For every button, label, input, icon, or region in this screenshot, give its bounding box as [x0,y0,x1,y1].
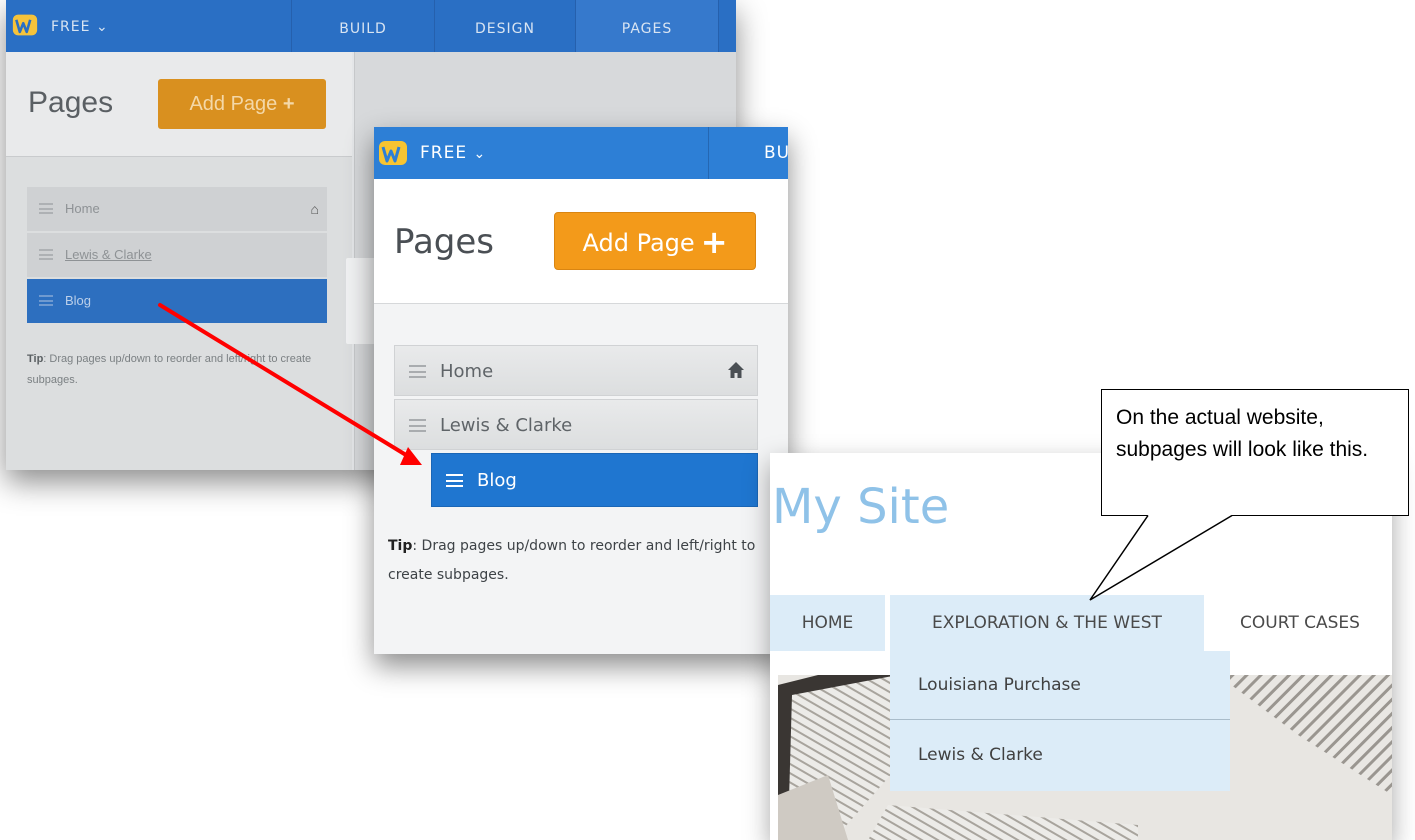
nav-item-exploration[interactable]: EXPLORATION & THE WEST [890,595,1204,651]
page-item-home[interactable]: Home [394,345,758,396]
tab-pages[interactable]: PAGES [576,0,718,52]
page-title: Pages [394,222,495,262]
add-page-button[interactable]: Add Page + [158,79,326,129]
editor-topbar: FREE ⌄ BU [374,127,788,179]
menu-handle-icon[interactable] [446,474,463,487]
tip-label: Tip [388,538,413,554]
add-page-label: Add Page [189,93,278,115]
pages-panel-header: Pages Add Page + [6,52,352,157]
divider [708,127,709,179]
add-page-label: Add Page [582,229,695,257]
menu-handle-icon[interactable] [409,419,426,432]
tip-text: Tip: Drag pages up/down to reorder and l… [388,532,768,590]
tab-design[interactable]: DESIGN [435,0,575,52]
tip-label: Tip [27,353,44,365]
pages-panel: Pages Add Page + Home ⌂ Lewis & Clarke B… [6,52,352,470]
page-list: Home ⌂ Lewis & Clarke Blog [27,187,327,325]
plus-icon: + [700,223,728,261]
nav-item-home[interactable]: HOME [770,595,885,651]
menu-handle-icon[interactable] [39,295,53,306]
page-item-home[interactable]: Home ⌂ [27,187,327,231]
page-item-label: Lewis & Clarke [440,415,573,436]
menu-handle-icon[interactable] [39,203,53,214]
page-item-label: Home [65,201,100,216]
menu-handle-icon[interactable] [409,365,426,378]
plan-dropdown[interactable]: FREE ⌄ [420,143,486,163]
page-item-blog[interactable]: Blog [27,279,327,323]
page-item-lewis-clarke[interactable]: Lewis & Clarke [27,233,327,277]
page-item-label: Lewis & Clarke [65,247,152,262]
tip-body: : Drag pages up/down to reorder and left… [27,353,312,386]
pages-panel-header: Pages Add Page + [374,179,788,304]
page-item-label: Home [440,361,494,382]
add-page-button[interactable]: Add Page + [554,212,756,270]
page-item-lewis-clarke[interactable]: Lewis & Clarke [394,399,758,450]
home-icon: ⌂ [310,201,319,217]
site-nav: HOME EXPLORATION & THE WEST COURT CASES [770,595,1392,651]
tab-build[interactable]: BU [764,143,788,163]
menu-handle-icon[interactable] [39,249,53,260]
plan-label: FREE [420,143,468,163]
weebly-logo-icon [379,141,407,165]
site-title: My Site [772,479,950,535]
page-item-blog[interactable]: Blog [431,453,758,507]
divider [718,0,719,52]
editor-topbar: FREE ⌄ BUILD DESIGN PAGES [6,0,736,52]
page-item-label: Blog [477,470,517,491]
weebly-logo-icon [12,14,38,36]
callout-box: On the actual website, subpages will loo… [1101,389,1409,516]
chevron-down-icon: ⌄ [473,146,487,162]
chevron-down-icon: ⌄ [95,19,109,35]
tab-build[interactable]: BUILD [292,0,434,52]
tip-text: Tip: Drag pages up/down to reorder and l… [27,349,327,391]
page-title: Pages [28,86,114,119]
page-item-label: Blog [65,293,92,308]
dropdown-item-louisiana[interactable]: Louisiana Purchase [890,651,1230,720]
dropdown-item-lewis-clarke[interactable]: Lewis & Clarke [890,721,1230,790]
nav-item-court-cases[interactable]: COURT CASES [1220,595,1380,651]
plan-dropdown[interactable]: FREE ⌄ [51,19,109,35]
plus-icon: + [282,93,295,115]
editor-screenshot-front: FREE ⌄ BU Pages Add Page + Home Lewis & C… [374,127,788,654]
home-icon [728,362,744,378]
tip-body: : Drag pages up/down to reorder and left… [388,538,756,583]
plan-label: FREE [51,19,91,35]
nav-dropdown: Louisiana Purchase Lewis & Clarke [890,651,1230,791]
